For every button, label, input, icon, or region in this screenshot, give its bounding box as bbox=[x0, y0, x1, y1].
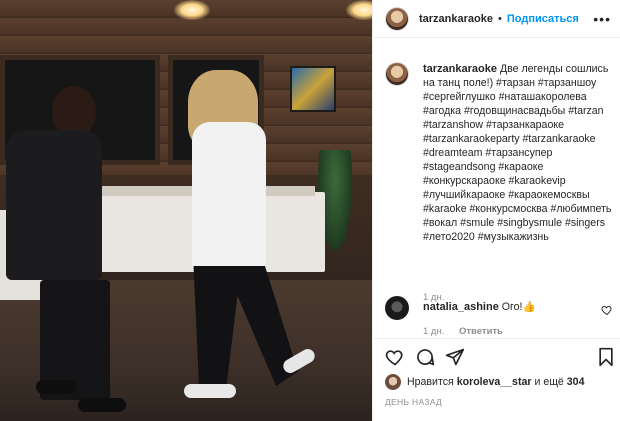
comments-section: tarzankaraoke Две легенды сошлись на тан… bbox=[373, 38, 620, 338]
action-bar bbox=[373, 338, 620, 374]
comment-icon[interactable] bbox=[415, 347, 435, 367]
comment-heart-icon[interactable] bbox=[601, 304, 613, 316]
reply-button[interactable]: Ответить bbox=[459, 326, 503, 337]
share-icon[interactable] bbox=[445, 347, 465, 367]
likes-count[interactable]: 304 bbox=[567, 376, 585, 388]
comment-meta: 1 дн. Ответить bbox=[423, 326, 515, 337]
comment-body: Ого!👍 bbox=[501, 301, 536, 313]
caption-username[interactable]: tarzankaraoke bbox=[423, 63, 497, 75]
likes-middle: и ещё bbox=[534, 376, 564, 388]
avatar[interactable] bbox=[385, 62, 409, 86]
post-header: tarzankaraoke • Подписаться ••• bbox=[373, 0, 620, 38]
more-icon[interactable]: ••• bbox=[593, 11, 611, 27]
post-date: ДЕНЬ НАЗАД bbox=[385, 397, 443, 407]
likes-line: Нравится koroleva__star и ещё 304 bbox=[385, 374, 584, 390]
avatar[interactable] bbox=[385, 296, 409, 320]
separator-dot: • bbox=[498, 12, 502, 25]
post-sidebar: tarzankaraoke • Подписаться ••• tarzanka… bbox=[372, 0, 620, 421]
caption-text: tarzankaraoke Две легенды сошлись на тан… bbox=[423, 62, 613, 244]
heart-icon[interactable] bbox=[385, 347, 405, 367]
post-photo[interactable] bbox=[0, 0, 372, 421]
likes-user[interactable]: koroleva__star bbox=[457, 376, 532, 388]
avatar[interactable] bbox=[385, 374, 401, 390]
dancer-man bbox=[0, 80, 140, 421]
ceiling-light bbox=[174, 0, 210, 20]
dancer-woman bbox=[170, 70, 330, 421]
bookmark-icon[interactable] bbox=[597, 347, 615, 367]
comment-text: natalia_ashine Ого!👍 bbox=[423, 300, 536, 313]
comment-username[interactable]: natalia_ashine bbox=[423, 301, 499, 313]
avatar[interactable] bbox=[385, 6, 409, 31]
likes-prefix: Нравится bbox=[407, 376, 454, 388]
caption-body: Две легенды сошлись на танц поле!) #тарз… bbox=[423, 63, 612, 243]
header-username[interactable]: tarzankaraoke bbox=[419, 13, 493, 25]
comment-time: 1 дн. bbox=[423, 326, 445, 337]
follow-button[interactable]: Подписаться bbox=[507, 13, 579, 25]
